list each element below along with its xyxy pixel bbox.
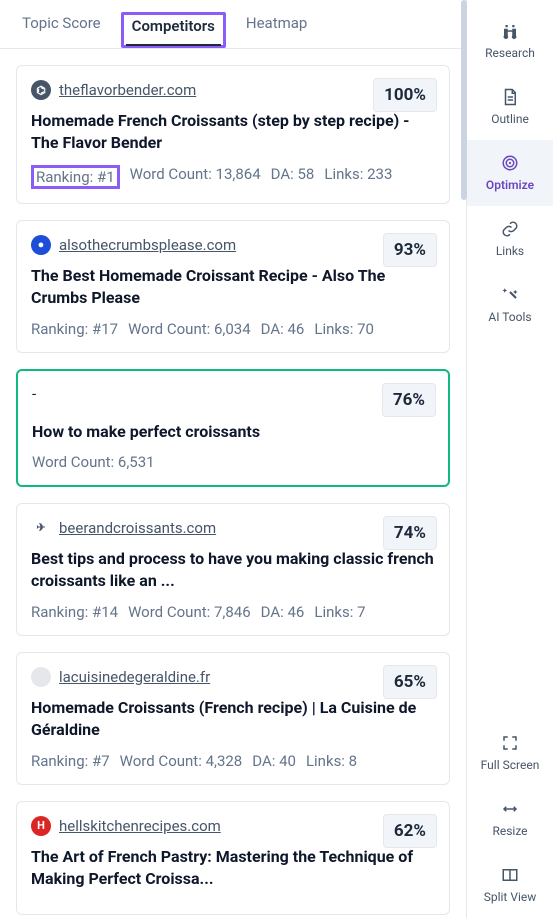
links-meta: Links: 233 bbox=[324, 165, 392, 189]
sidebar-ai-tools[interactable]: AI Tools bbox=[467, 272, 553, 338]
competitor-card[interactable]: ✈ beerandcroissants.com 74% Best tips an… bbox=[16, 503, 450, 636]
split-view-icon bbox=[467, 866, 553, 884]
competitor-card[interactable]: ⌬ theflavorbender.com 100% Homemade Fren… bbox=[16, 65, 450, 204]
da-meta: DA: 40 bbox=[252, 752, 296, 770]
ranking-meta: Ranking: #17 bbox=[31, 320, 118, 338]
competitor-meta: Ranking: #1 Word Count: 13,864 DA: 58 Li… bbox=[31, 165, 435, 189]
sidebar-resize[interactable]: Resize bbox=[467, 786, 553, 852]
competitor-title: The Best Homemade Croissant Recipe - Als… bbox=[31, 265, 435, 310]
competitor-title: Best tips and process to have you making… bbox=[31, 548, 435, 593]
fullscreen-icon bbox=[467, 734, 553, 752]
sidebar-links[interactable]: Links bbox=[467, 206, 553, 272]
main-panel: Topic Score Competitors Heatmap ⌬ thefla… bbox=[0, 0, 467, 918]
da-meta: DA: 46 bbox=[261, 320, 305, 338]
highlight-competitors: Competitors bbox=[121, 12, 226, 48]
ranking-meta: Ranking: #14 bbox=[31, 603, 118, 621]
competitor-meta: Ranking: #14 Word Count: 7,846 DA: 46 Li… bbox=[31, 603, 435, 621]
favicon-icon: ✈ bbox=[31, 518, 51, 538]
target-icon bbox=[467, 154, 553, 172]
score-badge: 74% bbox=[383, 516, 437, 550]
sidebar-outline[interactable]: Outline bbox=[467, 74, 553, 140]
favicon-icon: ● bbox=[31, 235, 51, 255]
competitor-card[interactable]: lacuisinedegeraldine.fr 65% Homemade Cro… bbox=[16, 652, 450, 785]
competitor-title: How to make perfect croissants bbox=[32, 421, 434, 443]
sidebar-label: Resize bbox=[492, 824, 527, 838]
score-badge: 100% bbox=[373, 78, 437, 112]
sidebar-split-view[interactable]: Split View bbox=[467, 852, 553, 918]
competitor-domain[interactable]: lacuisinedegeraldine.fr bbox=[59, 668, 210, 686]
sidebar-label: Links bbox=[496, 244, 524, 258]
competitor-title: Homemade Croissants (French recipe) | La… bbox=[31, 697, 435, 742]
competitor-meta: Word Count: 6,531 bbox=[32, 453, 434, 471]
sidebar-label: Outline bbox=[491, 112, 529, 126]
links-meta: Links: 8 bbox=[306, 752, 357, 770]
competitor-card[interactable]: ● alsothecrumbsplease.com 93% The Best H… bbox=[16, 220, 450, 353]
sidebar-label: Full Screen bbox=[481, 758, 540, 772]
wordcount-meta: Word Count: 4,328 bbox=[120, 752, 243, 770]
ranking-meta: Ranking: #1 bbox=[31, 165, 120, 189]
da-meta: DA: 58 bbox=[271, 165, 315, 189]
right-sidebar: Research Outline Optimize Links AI Tools… bbox=[467, 0, 553, 918]
tab-heatmap[interactable]: Heatmap bbox=[240, 12, 313, 48]
sidebar-label: AI Tools bbox=[488, 310, 531, 324]
competitor-list: ⌬ theflavorbender.com 100% Homemade Fren… bbox=[0, 49, 466, 918]
competitor-domain[interactable]: alsothecrumbsplease.com bbox=[59, 236, 236, 254]
tab-competitors[interactable]: Competitors bbox=[126, 15, 221, 45]
sidebar-optimize[interactable]: Optimize bbox=[467, 140, 553, 206]
sidebar-label: Split View bbox=[484, 890, 537, 904]
tab-topic-score[interactable]: Topic Score bbox=[16, 12, 107, 48]
sidebar-full-screen[interactable]: Full Screen bbox=[467, 720, 553, 786]
competitor-card[interactable]: - 76% How to make perfect croissants Wor… bbox=[16, 369, 450, 487]
scrollbar[interactable] bbox=[461, 0, 467, 918]
da-meta: DA: 46 bbox=[261, 603, 305, 621]
resize-icon bbox=[467, 800, 553, 818]
wordcount-meta: Word Count: 6,034 bbox=[128, 320, 251, 338]
favicon-icon: H bbox=[31, 816, 51, 836]
competitor-domain[interactable]: hellskitchenrecipes.com bbox=[59, 817, 221, 835]
wordcount-meta: Word Count: 7,846 bbox=[128, 603, 251, 621]
competitor-card[interactable]: H hellskitchenrecipes.com 62% The Art of… bbox=[16, 801, 450, 916]
sidebar-label: Optimize bbox=[486, 178, 534, 192]
competitor-domain[interactable]: theflavorbender.com bbox=[59, 81, 196, 99]
favicon-icon: ⌬ bbox=[31, 80, 51, 100]
competitor-title: Homemade French Croissants (step by step… bbox=[31, 110, 435, 155]
competitor-meta: Ranking: #17 Word Count: 6,034 DA: 46 Li… bbox=[31, 320, 435, 338]
competitor-title: The Art of French Pastry: Mastering the … bbox=[31, 846, 435, 891]
favicon-icon bbox=[31, 667, 51, 687]
links-meta: Links: 70 bbox=[314, 320, 374, 338]
wordcount-meta: Word Count: 13,864 bbox=[130, 165, 261, 189]
score-badge: 65% bbox=[383, 665, 437, 699]
score-badge: 62% bbox=[383, 814, 437, 848]
competitor-domain[interactable]: beerandcroissants.com bbox=[59, 519, 216, 537]
binoculars-icon bbox=[467, 22, 553, 40]
tabs: Topic Score Competitors Heatmap bbox=[0, 0, 466, 49]
competitor-domain: - bbox=[32, 385, 36, 403]
wand-icon bbox=[467, 286, 553, 304]
document-icon bbox=[467, 88, 553, 106]
link-icon bbox=[467, 220, 553, 238]
score-badge: 76% bbox=[382, 383, 436, 417]
sidebar-research[interactable]: Research bbox=[467, 8, 553, 74]
ranking-meta: Ranking: #7 bbox=[31, 752, 110, 770]
sidebar-label: Research bbox=[485, 46, 535, 60]
scrollbar-thumb[interactable] bbox=[461, 0, 467, 200]
wordcount-meta: Word Count: 6,531 bbox=[32, 453, 155, 471]
links-meta: Links: 7 bbox=[314, 603, 365, 621]
score-badge: 93% bbox=[383, 233, 437, 267]
competitor-meta: Ranking: #7 Word Count: 4,328 DA: 40 Lin… bbox=[31, 752, 435, 770]
